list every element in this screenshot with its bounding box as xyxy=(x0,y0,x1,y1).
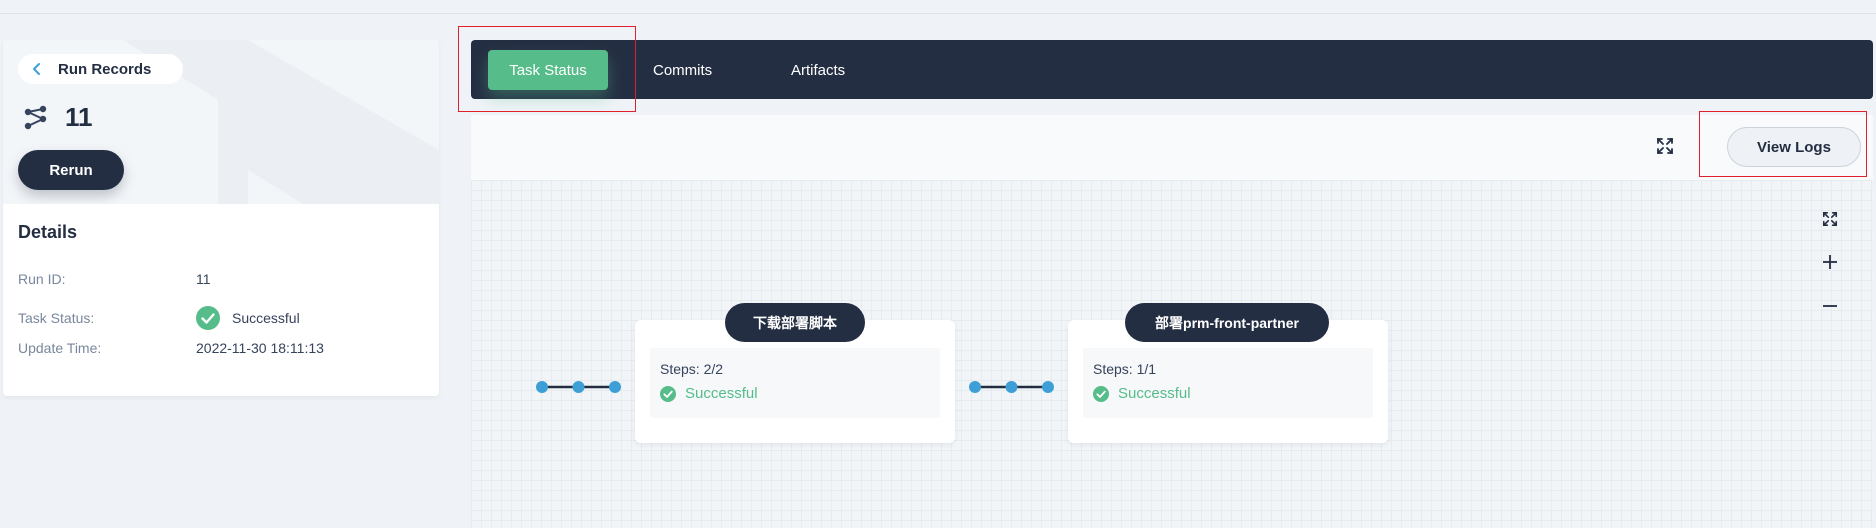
tab-artifacts[interactable]: Artifacts xyxy=(791,50,845,90)
detail-key: Update Time: xyxy=(18,340,102,356)
check-circle-icon xyxy=(196,306,220,330)
run-summary-card: Run Records 11 Rerun Details Run ID: 11 … xyxy=(3,40,439,396)
view-logs-button[interactable]: View Logs xyxy=(1727,127,1861,167)
details-heading: Details xyxy=(18,222,78,242)
chevron-left-icon xyxy=(33,63,40,75)
stage-connector-start xyxy=(536,381,621,393)
stage-status: Successful xyxy=(1093,385,1363,402)
pipeline-icon xyxy=(24,105,47,129)
stage-status-text: Successful xyxy=(685,385,758,402)
detail-row-task-status: Task Status: Successful xyxy=(18,306,428,330)
fit-view-button[interactable] xyxy=(1820,209,1840,229)
stage-steps-count: Steps: 2/2 xyxy=(660,361,724,377)
run-number: 11 xyxy=(65,102,93,132)
detail-value: 11 xyxy=(196,271,211,287)
stage-status: Successful xyxy=(660,385,930,402)
stage-steps-box: Steps: 1/1 Successful xyxy=(1083,348,1373,418)
back-label: Run Records xyxy=(58,60,152,78)
run-title: 11 xyxy=(23,102,93,133)
fullscreen-icon[interactable] xyxy=(1656,137,1674,155)
stage-status-text: Successful xyxy=(1118,385,1191,402)
check-circle-icon xyxy=(1093,385,1109,402)
detail-key: Run ID: xyxy=(18,271,66,287)
stage-connector-middle xyxy=(969,381,1054,393)
fit-view-icon xyxy=(1822,211,1838,227)
check-circle-icon xyxy=(660,385,676,402)
detail-value: 2022-11-30 18:11:13 xyxy=(196,340,324,356)
rerun-button[interactable]: Rerun xyxy=(18,150,124,190)
zoom-in-button[interactable] xyxy=(1820,252,1840,272)
zoom-in-icon xyxy=(1823,255,1837,269)
tab-task-status[interactable]: Task Status xyxy=(488,50,608,90)
back-to-run-records-button[interactable]: Run Records xyxy=(18,54,183,84)
run-summary-header: Run Records 11 Rerun xyxy=(3,40,439,204)
detail-row-run-id: Run ID: 11 xyxy=(18,271,428,287)
stage-name-pill[interactable]: 下载部署脚本 xyxy=(725,303,865,342)
zoom-out-icon xyxy=(1823,305,1837,307)
detail-value-wrapper: Successful xyxy=(196,306,300,330)
detail-row-update-time: Update Time: 2022-11-30 18:11:13 xyxy=(18,340,428,356)
stage-steps-box: Steps: 2/2 Successful xyxy=(650,348,940,418)
stage-name-pill[interactable]: 部署prm-front-partner xyxy=(1125,303,1329,342)
detail-value: Successful xyxy=(232,310,300,326)
zoom-out-button[interactable] xyxy=(1820,296,1840,316)
tab-bar: Task Status Commits Artifacts xyxy=(471,40,1873,99)
top-divider xyxy=(0,13,1876,14)
detail-key: Task Status: xyxy=(18,310,95,326)
tab-commits[interactable]: Commits xyxy=(653,50,712,90)
stage-steps-count: Steps: 1/1 xyxy=(1093,361,1157,377)
